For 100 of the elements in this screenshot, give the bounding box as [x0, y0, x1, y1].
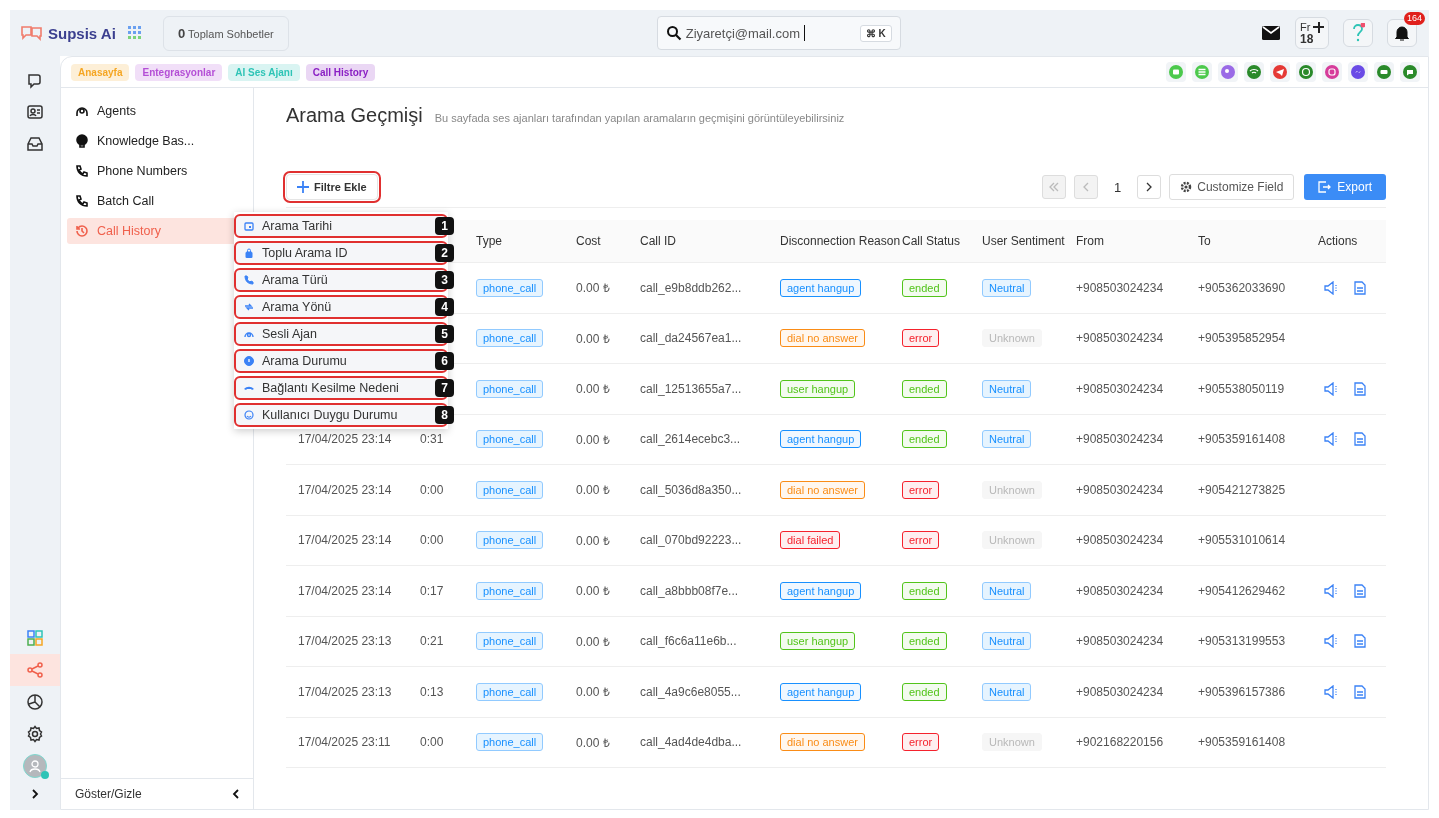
notification-count: 164	[1403, 12, 1425, 25]
sidebar-item[interactable]: Agents	[67, 98, 247, 124]
table-cell: +905359161408	[1198, 432, 1286, 447]
table-cell: 0:00	[420, 735, 444, 750]
collapse-icon[interactable]	[231, 788, 241, 800]
speaker-icon[interactable]	[1324, 280, 1340, 295]
table-cell: +908503024234	[1076, 381, 1164, 396]
table-cell: +908503024234	[1076, 432, 1164, 447]
table-cell: 0.00 ₺	[576, 685, 610, 700]
reason-tag: agent hangup	[780, 581, 862, 600]
mail-icon[interactable]	[1261, 25, 1281, 41]
status-tag: ended	[902, 379, 947, 398]
instagram-channel-icon[interactable]	[1325, 65, 1339, 79]
table-cell: call_f6c6a11e6b...	[640, 634, 737, 649]
next-page-button[interactable]	[1137, 175, 1162, 199]
table-cell: 0.00 ₺	[576, 483, 610, 498]
table-cell: call_4ad4de4dba...	[640, 735, 742, 750]
search-field[interactable]: Ziyaretçi@mail.com ⌘ K	[656, 16, 901, 50]
toggle-label: Göster/Gizle	[75, 787, 142, 801]
document-icon[interactable]	[1354, 381, 1366, 396]
table-cell: call_12513655a7...	[640, 381, 742, 396]
table-cell: +908503024234	[1076, 634, 1164, 649]
list-channel-icon[interactable]	[1195, 65, 1209, 79]
reason-tag: agent hangup	[780, 278, 862, 297]
info-icon	[244, 356, 254, 366]
table-cell: 0:13	[420, 684, 444, 699]
speaker-icon[interactable]	[1324, 684, 1340, 699]
whatsapp-channel-icon[interactable]	[1299, 65, 1313, 79]
call-type-tag: phone_call	[476, 379, 544, 398]
table-cell: 0.00 ₺	[576, 382, 610, 397]
column-header: Cost	[576, 234, 602, 248]
speaker-icon[interactable]	[1324, 432, 1340, 447]
expand-icon[interactable]	[30, 788, 40, 800]
table-cell: 0.00 ₺	[576, 634, 610, 649]
call-type-tag: phone_call	[476, 430, 544, 449]
customize-field-button[interactable]: Customize Field	[1169, 174, 1295, 200]
telegram-channel-icon[interactable]	[1273, 65, 1287, 79]
chat-channel-icon[interactable]	[1403, 65, 1417, 79]
table-cell: call_e9b8ddb262...	[640, 280, 742, 295]
sentiment-tag: Neutral	[982, 581, 1032, 600]
sentiment-tag: Unknown	[982, 733, 1042, 752]
table-cell: +908503024234	[1076, 684, 1164, 699]
table-cell: +902168220156	[1076, 735, 1164, 750]
voice-channel-icon[interactable]	[1221, 65, 1235, 79]
speaker-icon[interactable]	[1324, 381, 1340, 396]
step-marker: 6	[435, 352, 454, 370]
document-icon[interactable]	[1354, 280, 1366, 295]
breadcrumb-tab[interactable]: Call History	[305, 63, 376, 81]
table-cell: +908503024234	[1076, 280, 1164, 295]
reason-tag: agent hangup	[780, 682, 862, 701]
table-cell: 0:17	[420, 583, 444, 598]
notifications-button[interactable]	[1387, 19, 1417, 47]
messenger-channel-icon[interactable]	[1351, 65, 1365, 79]
table-cell: 0.00 ₺	[576, 331, 610, 346]
table-cell: +908503024234	[1076, 533, 1164, 548]
table-cell: call_5036d8a350...	[640, 482, 742, 497]
table-cell: call_da24567ea1...	[640, 331, 742, 346]
search-icon	[665, 25, 682, 41]
document-icon[interactable]	[1354, 684, 1366, 699]
first-page-button[interactable]	[1042, 175, 1067, 199]
speaker-icon[interactable]	[1324, 583, 1340, 598]
calendar-add-button[interactable]: Fr 18	[1295, 17, 1329, 49]
step-marker: 8	[435, 406, 454, 424]
contact-icon	[26, 103, 44, 121]
sentiment-tag: Neutral	[982, 632, 1032, 651]
sidebar-item[interactable]: Batch Call	[67, 188, 247, 214]
brand-name: Supsis Ai	[48, 24, 116, 42]
chat-counter[interactable]: 0 Toplam Sohbetler	[163, 15, 289, 51]
speaker-icon[interactable]	[1324, 634, 1340, 649]
double-chevron-left-icon	[1048, 181, 1061, 193]
table-cell: 17/04/2025 23:14	[298, 482, 392, 497]
status-tag: ended	[902, 581, 947, 600]
user-avatar[interactable]	[23, 754, 47, 778]
status-tag: ended	[902, 430, 947, 449]
bot-channel-icon[interactable]	[1169, 65, 1183, 79]
add-filter-button[interactable]: Filtre Ekle	[286, 174, 378, 200]
document-icon[interactable]	[1354, 432, 1366, 447]
arrows-icon	[244, 302, 254, 312]
wifi-channel-icon[interactable]	[1247, 65, 1261, 79]
table-cell: +905313199553	[1198, 634, 1286, 649]
table-cell: +905412629462	[1198, 583, 1286, 598]
sms-channel-icon[interactable]	[1377, 65, 1391, 79]
table-cell: 0.00 ₺	[576, 432, 610, 447]
agent-icon	[75, 104, 89, 118]
document-icon[interactable]	[1354, 583, 1366, 598]
table-cell: +905421273825	[1198, 482, 1286, 497]
plus-icon	[297, 181, 309, 193]
table-cell: 0.00 ₺	[576, 735, 610, 750]
sidebar-item[interactable]: Phone Numbers	[67, 158, 247, 184]
reason-tag: user hangup	[780, 379, 856, 398]
sidebar-item[interactable]: Knowledge Bas...	[67, 128, 247, 154]
search-value: Ziyaretçi@mail.com	[685, 25, 801, 41]
table-cell: +905531010614	[1198, 533, 1286, 548]
phone-icon	[75, 164, 89, 178]
document-icon[interactable]	[1354, 634, 1366, 649]
share-icon	[26, 661, 44, 679]
reason-tag: dial no answer	[780, 480, 865, 499]
page-subtitle: Bu sayfada ses ajanları tarafından yapılan aramaların geçmişini görüntüleyebilirsiniz	[434, 112, 845, 124]
apps-grid-icon[interactable]	[127, 26, 142, 40]
help-button[interactable]	[1343, 19, 1373, 47]
